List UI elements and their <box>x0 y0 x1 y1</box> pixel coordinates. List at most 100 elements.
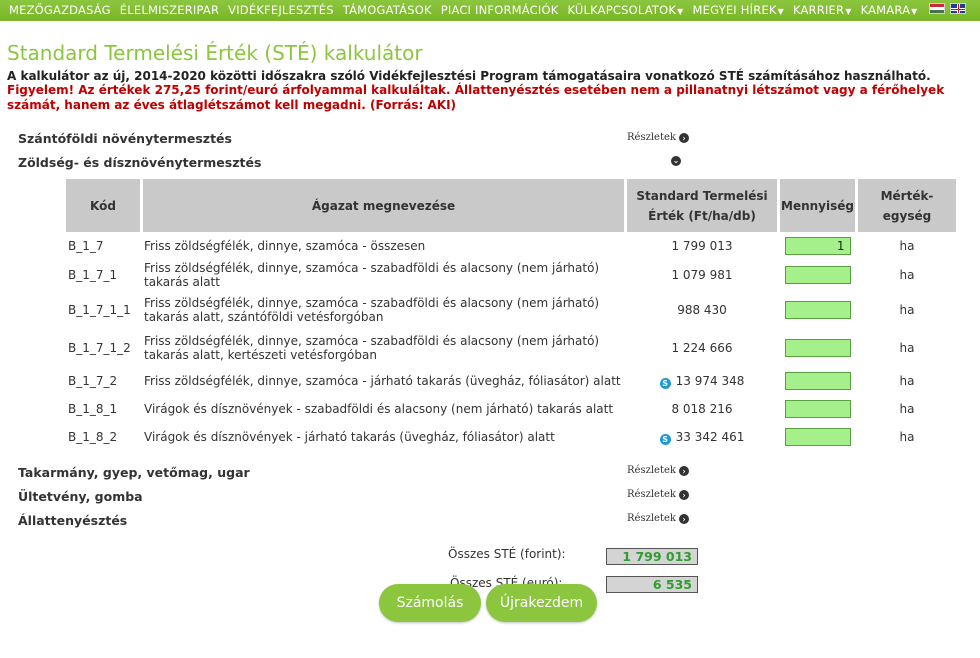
table-row: B_1_8_1 Virágok és dísznövények - szabadf… <box>66 395 956 423</box>
total-euro-value: 6 535 <box>606 576 698 593</box>
row-unit: ha <box>899 402 915 416</box>
row-value-skype-link: S 33 342 461 <box>627 423 777 451</box>
row-qty-cell <box>780 290 855 329</box>
row-name: Friss zöldségfélék, dinnye, szamóca - ös… <box>144 239 426 253</box>
row-qty-cell <box>780 367 855 395</box>
row-qty-cell <box>780 423 855 451</box>
row-value: 1 799 013 <box>671 239 733 253</box>
total-forint-label: Összes STÉ (forint): <box>448 547 566 561</box>
nav-item-label: KARRIER <box>792 2 845 17</box>
section-zoldseg[interactable]: Zöldség- és dísznövénytermesztés <box>18 155 261 170</box>
header-qty: Mennyiség <box>780 179 855 232</box>
table-row: B_1_7_1 Friss zöldségfélék, dinnye, szamó… <box>66 260 956 290</box>
skype-icon[interactable]: S <box>659 377 671 389</box>
section-ultetveny[interactable]: Ültetvény, gomba <box>18 489 143 504</box>
nav-item-label: KÜLKAPCSOLATOK <box>567 2 677 17</box>
ste-table: Kód Ágazat megnevezése Standard Termelés… <box>63 179 959 451</box>
nav-item[interactable]: VIDÉKFEJLESZTÉS <box>219 0 334 22</box>
header-unit: Mérték-egység <box>858 179 956 232</box>
nav-item-label: TÁMOGATÁSOK <box>342 2 432 17</box>
calculate-button[interactable]: Számolás <box>379 584 481 622</box>
quantity-input[interactable] <box>784 372 851 390</box>
quantity-input[interactable] <box>784 428 851 446</box>
header-ste-line1: Standard Termelési <box>636 188 768 203</box>
language-flags <box>929 3 966 14</box>
chevron-right-icon: › <box>678 489 689 500</box>
nav-item[interactable]: ÉLELMISZERIPAR <box>111 0 219 22</box>
details-link-szantofoldi[interactable]: Részletek › <box>627 132 689 143</box>
row-value: 988 430 <box>677 302 727 317</box>
quantity-input[interactable] <box>784 339 851 357</box>
nav-item[interactable]: PIACI INFORMÁCIÓK <box>432 0 559 22</box>
row-unit: ha <box>899 374 915 388</box>
section-szantofoldi[interactable]: Szántóföldi növénytermesztés <box>18 131 232 146</box>
uk-flag-icon[interactable] <box>950 3 966 14</box>
details-label: Részletek <box>627 465 676 476</box>
row-value-skype-link: S 13 974 348 <box>627 367 777 395</box>
row-unit: ha <box>899 430 915 444</box>
table-row: B_1_8_2 Virágok és dísznövények - járható… <box>66 423 956 451</box>
header-ste: Standard Termelési Érték (Ft/ha/db) <box>627 179 777 232</box>
row-qty-cell <box>780 329 855 367</box>
header-name: Ágazat megnevezése <box>143 179 624 232</box>
section-takarmany[interactable]: Takarmány, gyep, vetőmag, ugar <box>18 465 250 480</box>
row-value: 1 224 666 <box>671 341 733 355</box>
details-link-takarmany[interactable]: Részletek › <box>627 465 689 476</box>
row-value: 8 018 216 <box>671 402 733 416</box>
row-qty-cell <box>780 232 855 260</box>
caret-down-icon: ▼ <box>911 6 918 16</box>
row-name: Virágok és dísznövények - szabadföldi és… <box>144 402 614 416</box>
header-ste-line2: Érték (Ft/ha/db) <box>648 208 756 223</box>
intro-text: A kalkulátor az új, 2014-2020 közötti id… <box>7 69 931 83</box>
hungarian-flag-icon[interactable] <box>929 3 945 14</box>
nav-items: MEZŐGAZDASÁG ÉLELMISZERIPAR VIDÉKFEJLESZTÉ… <box>0 0 918 22</box>
row-value[interactable]: 13 974 348 <box>676 374 745 388</box>
nav-item[interactable]: TÁMOGATÁSOK <box>334 0 432 22</box>
details-link-ultetveny[interactable]: Részletek › <box>627 489 689 500</box>
row-name: Friss zöldségfélék, dinnye, szamóca - sz… <box>144 261 600 289</box>
row-code: B_1_7_1 <box>68 268 118 282</box>
table-row: B_1_7_1_2 Friss zöldségfélék, dinnye, sza… <box>66 329 956 367</box>
chevron-right-icon: › <box>678 465 689 476</box>
section-allattenyesztes[interactable]: Állattenyésztés <box>18 513 127 528</box>
quantity-input[interactable] <box>784 266 851 284</box>
row-name: Friss zöldségfélék, dinnye, szamóca - já… <box>144 374 621 388</box>
table-row: B_1_7_1_1 Friss zöldségfélék, dinnye, sza… <box>66 290 956 329</box>
row-code: B_1_7_1_1 <box>68 302 131 317</box>
row-code: B_1_7 <box>68 239 104 253</box>
nav-item[interactable]: KAMARA▼ <box>852 0 918 22</box>
details-link-allattenyesztes[interactable]: Részletek › <box>627 513 689 524</box>
row-unit: ha <box>899 302 915 317</box>
table-row: B_1_7 Friss zöldségfélék, dinnye, szamóca… <box>66 232 956 260</box>
row-code: B_1_8_2 <box>68 430 118 444</box>
row-value[interactable]: 33 342 461 <box>676 430 745 444</box>
table-row: B_1_7_2 Friss zöldségfélék, dinnye, szamó… <box>66 367 956 395</box>
row-qty-cell <box>780 260 855 290</box>
quantity-input[interactable] <box>784 237 851 255</box>
restart-button[interactable]: Újrakezdem <box>486 584 597 622</box>
row-name: Friss zöldségfélék, dinnye, szamóca - sz… <box>144 334 600 362</box>
quantity-input[interactable] <box>784 400 851 418</box>
nav-item[interactable]: KÜLKAPCSOLATOK▼ <box>558 0 683 22</box>
nav-item-label: KAMARA <box>860 2 911 17</box>
row-name: Friss zöldségfélék, dinnye, szamóca - sz… <box>144 295 600 324</box>
row-code: B_1_7_2 <box>68 374 118 388</box>
quantity-input[interactable] <box>784 300 851 319</box>
chevron-right-icon: › <box>678 132 689 143</box>
skype-icon[interactable]: S <box>659 433 671 445</box>
details-label: Részletek <box>627 132 676 143</box>
row-value: 1 079 981 <box>671 268 733 282</box>
nav-item-label: VIDÉKFEJLESZTÉS <box>228 2 334 17</box>
chevron-down-icon[interactable]: ⌄ <box>671 156 681 166</box>
nav-item[interactable]: MEZŐGAZDASÁG <box>0 0 111 22</box>
nav-item[interactable]: KARRIER▼ <box>784 0 852 22</box>
warning-text: Figyelem! Az értékek 275,25 forint/euró … <box>7 83 945 112</box>
header-code: Kód <box>66 179 140 232</box>
nav-item-label: ÉLELMISZERIPAR <box>119 2 220 17</box>
row-unit: ha <box>899 341 915 355</box>
nav-item[interactable]: MEGYEI HÍREK▼ <box>683 0 783 22</box>
row-name: Virágok és dísznövények - járható takará… <box>144 430 555 444</box>
total-forint-value: 1 799 013 <box>606 548 698 565</box>
table-body: B_1_7 Friss zöldségfélék, dinnye, szamóca… <box>66 232 956 451</box>
row-unit: ha <box>899 268 915 282</box>
